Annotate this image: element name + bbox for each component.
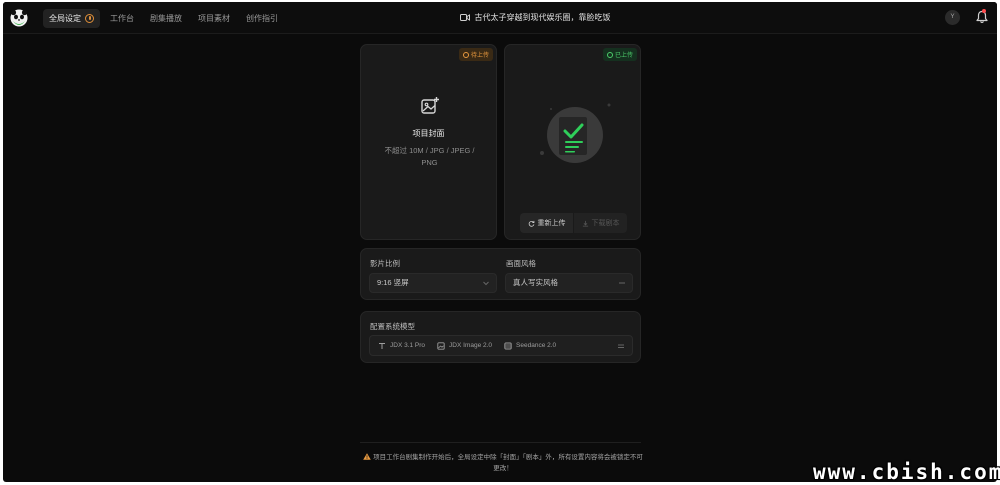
script-actions: 重新上传 下载剧本 (520, 213, 627, 233)
watermark: www.cbish.com (813, 460, 1000, 484)
cover-file-hint: 不超过 10M / JPG / JPEG / PNG (384, 146, 475, 167)
ratio-label: 影片比例 (370, 259, 400, 268)
model-name-text: JDX 3.1 Pro (390, 342, 426, 349)
more-icon (619, 282, 625, 284)
uploaded-badge: 已上传 (602, 48, 637, 61)
text-icon (379, 342, 385, 349)
swap-icon[interactable] (617, 342, 625, 350)
ratio-value: 9:16 竖屏 (377, 278, 409, 287)
model-chip-text: JDX 3.1 Pro (378, 342, 425, 350)
model-config-card: 配置系统模型 JDX 3.1 Pro JDX Image 2.0 Seedanc… (360, 311, 641, 363)
video-camera-icon (459, 14, 470, 21)
cover-title: 项目封面 (412, 129, 445, 138)
video-icon (504, 342, 512, 349)
check-circle-icon (606, 51, 613, 58)
model-config-label: 配置系统模型 (370, 322, 415, 331)
chevron-down-icon (483, 281, 489, 286)
reupload-label: 重新上传 (537, 220, 566, 227)
script-upload-card: 已上传 重新上传 下载剧本 (504, 44, 641, 240)
model-chip-image: JDX Image 2.0 (437, 341, 493, 350)
ratio-select[interactable]: 9:16 竖屏 (369, 273, 497, 293)
app-window: 全局设定 工作台 剧集播放 项目素材 创作指引 古代太子穿越到现代娱乐圈，靠脸吃… (3, 2, 997, 482)
user-avatar[interactable]: Y (945, 10, 960, 25)
document-check-icon (540, 103, 611, 163)
warning-icon (363, 453, 371, 460)
reupload-button[interactable]: 重新上传 (520, 213, 574, 233)
pending-badge-label: 待上传 (470, 53, 489, 59)
style-select[interactable]: 真人写实风格 (505, 273, 633, 293)
project-title-area: 古代太子穿越到现代娱乐圈，靠脸吃饭 (3, 12, 997, 23)
model-name-image: JDX Image 2.0 (449, 342, 493, 349)
notification-dot (982, 9, 986, 13)
lock-notice-text: 项目工作台剧集制作开始后，全局设定中除「封面」「剧本」外，所有设置内容将会被锁定… (373, 454, 643, 472)
download-icon (582, 220, 588, 227)
download-label: 下载剧本 (591, 220, 620, 227)
refresh-icon (528, 220, 534, 227)
model-name-video: Seedance 2.0 (516, 342, 557, 349)
image-add-icon (421, 97, 439, 114)
cover-upload-card[interactable]: 待上传 项目封面 不超过 10M / JPG / JPEG / PNG (360, 44, 497, 240)
lock-notice: 项目工作台剧集制作开始后，全局设定中除「封面」「剧本」外，所有设置内容将会被锁定… (363, 452, 643, 474)
download-script-button[interactable]: 下载剧本 (574, 213, 627, 233)
pending-badge: 待上传 (458, 48, 493, 61)
style-value: 真人写实风格 (513, 278, 558, 287)
model-selector[interactable]: JDX 3.1 Pro JDX Image 2.0 Seedance 2.0 (369, 335, 633, 356)
footer-divider (360, 442, 641, 443)
image-icon (437, 341, 445, 350)
uploaded-badge-label: 已上传 (614, 53, 633, 59)
top-bar: 全局设定 工作台 剧集播放 项目素材 创作指引 古代太子穿越到现代娱乐圈，靠脸吃… (3, 2, 997, 34)
style-label: 画面风格 (506, 259, 536, 268)
clock-icon (462, 51, 469, 58)
ratio-style-card: 影片比例 9:16 竖屏 画面风格 真人写实风格 (360, 248, 641, 300)
project-title[interactable]: 古代太子穿越到现代娱乐圈，靠脸吃饭 (475, 12, 611, 23)
model-chip-video: Seedance 2.0 (504, 342, 556, 350)
